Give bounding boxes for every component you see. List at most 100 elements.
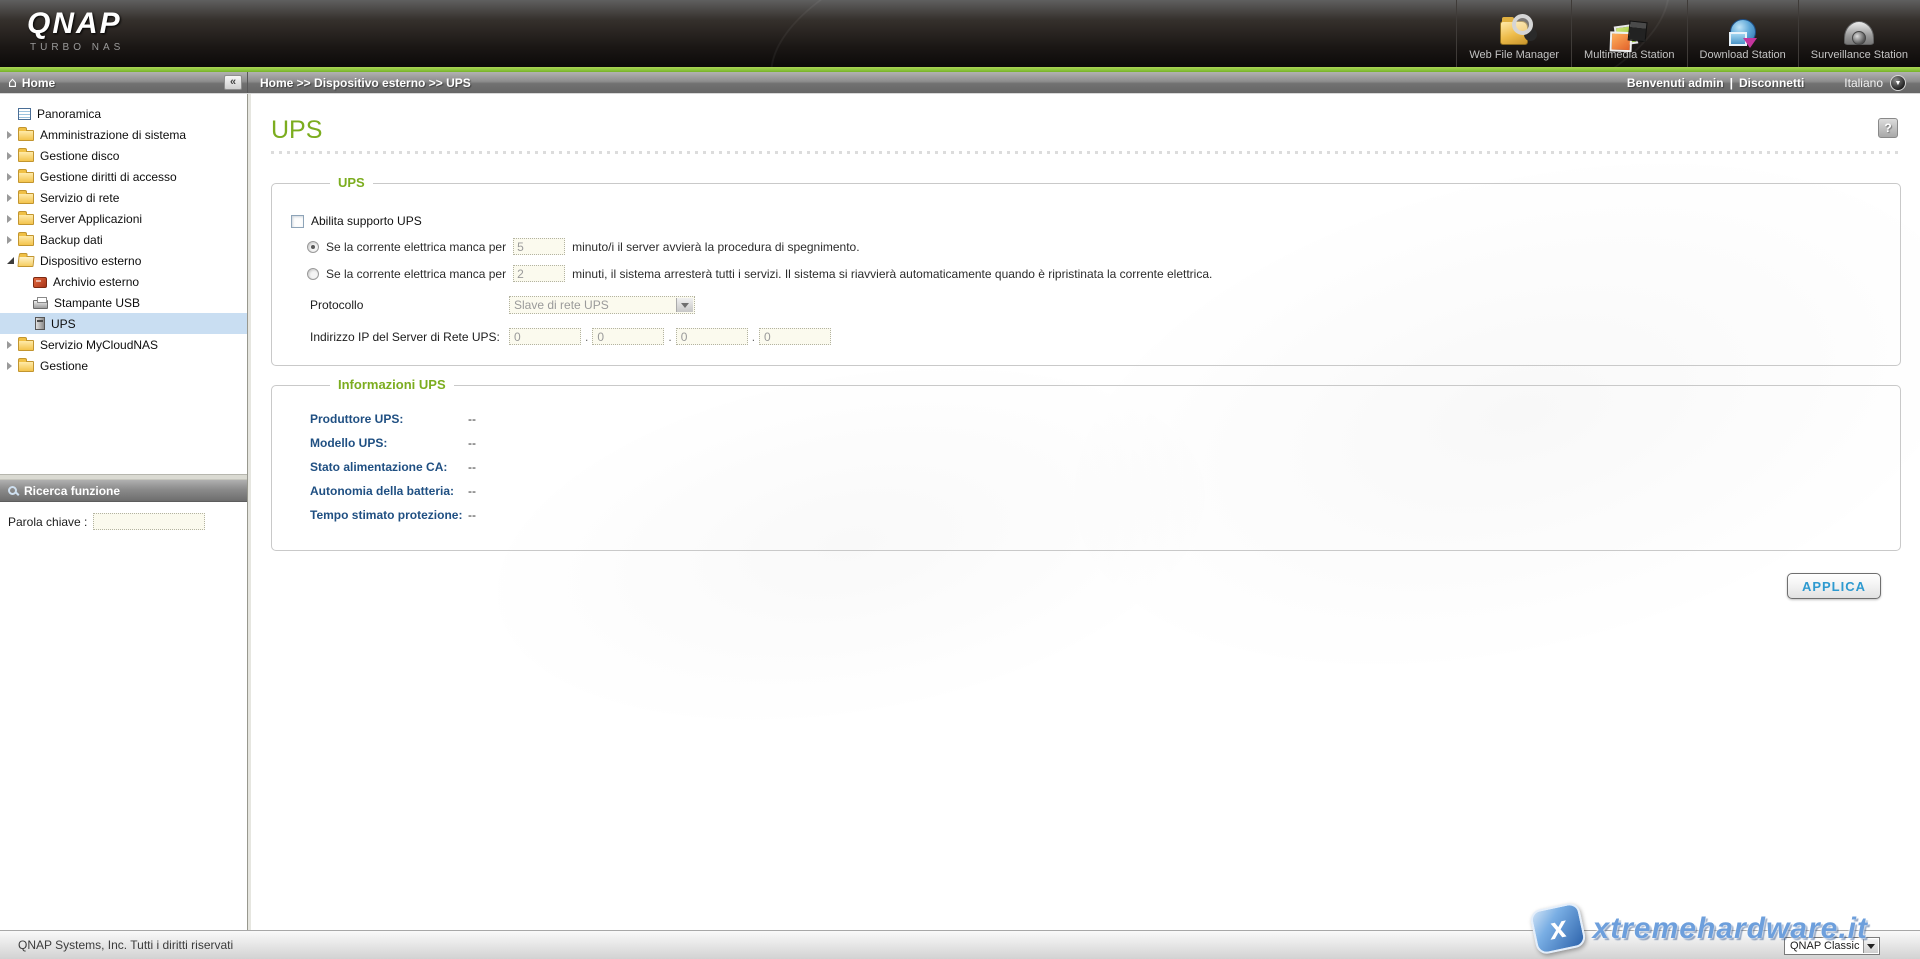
session-zone: Benvenuti admin | Disconnetti Italiano ▼ (1627, 72, 1920, 93)
ups-info-rows: Produttore UPS: -- Modello UPS: -- Stato… (286, 412, 1880, 522)
title-separator (271, 151, 1901, 154)
tree-item[interactable]: Server Applicazioni (0, 208, 247, 229)
language-dropdown-icon[interactable]: ▼ (1890, 75, 1906, 91)
search-icon (8, 486, 17, 495)
ip-octet-input[interactable]: 0 (509, 328, 581, 345)
option-suffix: minuto/i il server avvierà la procedura … (572, 240, 859, 254)
tree-item[interactable]: Stampante USB (0, 292, 247, 313)
folder-icon (18, 130, 34, 141)
info-row: Produttore UPS: -- (310, 412, 1880, 426)
tree-item[interactable]: Gestione (0, 355, 247, 376)
station-item[interactable]: Surveillance Station (1798, 0, 1920, 67)
info-row-label: Stato alimentazione CA: (310, 460, 468, 474)
search-panel-header: Ricerca funzione (0, 480, 247, 502)
tree-item[interactable]: Archivio esterno (0, 271, 247, 292)
tree-item[interactable]: Backup dati (0, 229, 247, 250)
folder-icon (18, 361, 34, 372)
info-row-label: Tempo stimato protezione: (310, 508, 468, 522)
search-panel: Parola chiave : (0, 502, 247, 930)
qnap-logo: QNAP TURBO NAS (27, 9, 124, 53)
tree-item-label: Backup dati (40, 233, 103, 247)
info-row-label: Produttore UPS: (310, 412, 468, 426)
tree-item[interactable]: Amministrazione di sistema (0, 124, 247, 145)
theme-select[interactable]: QNAP Classic (1784, 937, 1880, 955)
arrow-collapsed[interactable] (7, 362, 18, 370)
tree-item-label: Gestione disco (40, 149, 119, 163)
arrow-collapsed[interactable] (7, 215, 18, 223)
home-icon: ⌂ (8, 76, 17, 90)
info-row-value: -- (468, 484, 476, 498)
breadcrumb: Home >> Dispositivo esterno >> UPS (260, 76, 471, 90)
arrow-collapsed[interactable] (7, 131, 18, 139)
overview-icon (18, 108, 31, 120)
arrow-collapsed[interactable] (7, 173, 18, 181)
theme-selected-value: QNAP Classic (1790, 940, 1859, 952)
tree-item[interactable]: Dispositivo esterno (0, 250, 247, 271)
sidebar-header: ⌂ Home « (0, 72, 248, 93)
folder-icon (18, 340, 34, 351)
folder-icon (18, 235, 34, 246)
tree-item-label: UPS (51, 317, 76, 331)
tree-item-label: Amministrazione di sistema (40, 128, 186, 142)
ip-dot-separator: . (748, 330, 759, 344)
ip-dot-separator: . (581, 330, 592, 344)
logout-link[interactable]: Disconnetti (1739, 76, 1804, 90)
station-item[interactable]: Multimedia Station (1571, 0, 1687, 67)
ip-octet-input[interactable]: 0 (676, 328, 748, 345)
multimedia-station-icon (1614, 24, 1639, 47)
shutdown-option-radio[interactable] (307, 241, 319, 253)
web-file-manager-icon (1500, 21, 1528, 45)
stop-services-minutes-input[interactable] (513, 265, 565, 282)
station-item[interactable]: Web File Manager (1456, 0, 1571, 67)
language-zone: Italiano ▼ (1844, 75, 1906, 91)
tree-item-label: Panoramica (37, 107, 101, 121)
chevron-down-icon[interactable] (676, 298, 693, 312)
protocol-select[interactable]: Slave di rete UPS (509, 296, 695, 314)
body-region: Panoramica Amministrazione di sistema Ge… (0, 94, 1920, 930)
tree-item[interactable]: Gestione disco (0, 145, 247, 166)
arrow-collapsed[interactable] (7, 236, 18, 244)
apply-zone: APPLICA (271, 573, 1901, 599)
sidebar: Panoramica Amministrazione di sistema Ge… (0, 94, 248, 930)
theme-select-arrow-icon[interactable] (1863, 939, 1878, 953)
tree-item[interactable]: Servizio di rete (0, 187, 247, 208)
help-button[interactable]: ? (1878, 118, 1898, 138)
search-panel-title: Ricerca funzione (24, 484, 120, 498)
info-row-value: -- (468, 460, 476, 474)
apply-button[interactable]: APPLICA (1787, 573, 1881, 599)
keyword-input[interactable] (93, 513, 205, 530)
ip-octet-input[interactable]: 0 (592, 328, 664, 345)
protocol-selected-value: Slave di rete UPS (514, 298, 609, 312)
tree-item[interactable]: Panoramica (0, 103, 247, 124)
arrow-collapsed[interactable] (7, 341, 18, 349)
separator: | (1730, 76, 1733, 90)
copyright-text: QNAP Systems, Inc. Tutti i diritti riser… (18, 938, 233, 952)
enable-ups-checkbox[interactable] (291, 215, 304, 228)
stop-services-option-radio[interactable] (307, 268, 319, 280)
option-suffix: minuti, il sistema arresterà tutti i ser… (572, 267, 1212, 281)
tree-item[interactable]: Gestione diritti di accesso (0, 166, 247, 187)
arrow-expanded[interactable] (7, 257, 18, 264)
ip-octet-input[interactable]: 0 (759, 328, 831, 345)
keyword-label: Parola chiave : (8, 515, 87, 529)
enable-ups-row: Abilita supporto UPS (291, 214, 1880, 228)
tree-item[interactable]: Servizio MyCloudNAS (0, 334, 247, 355)
station-item[interactable]: Download Station (1687, 0, 1798, 67)
footer: QNAP Systems, Inc. Tutti i diritti riser… (0, 930, 1920, 959)
ups-group-legend: UPS (330, 175, 373, 190)
tree-item-label: Servizio MyCloudNAS (40, 338, 158, 352)
folder-icon (18, 193, 34, 204)
usb-printer-icon (33, 300, 48, 309)
tree-item[interactable]: UPS (0, 313, 247, 334)
shutdown-minutes-input[interactable] (513, 238, 565, 255)
folder-open-icon (17, 256, 34, 267)
protocol-label: Protocollo (310, 298, 509, 312)
option-prefix: Se la corrente elettrica manca per (326, 267, 506, 281)
sidebar-collapse-button[interactable]: « (224, 75, 242, 90)
arrow-collapsed[interactable] (7, 152, 18, 160)
arrow-collapsed[interactable] (7, 194, 18, 202)
language-label[interactable]: Italiano (1844, 76, 1883, 90)
ip-cell: 0 . (759, 328, 831, 345)
page-title: UPS (271, 116, 1901, 144)
sidebar-title: Home (22, 76, 55, 90)
